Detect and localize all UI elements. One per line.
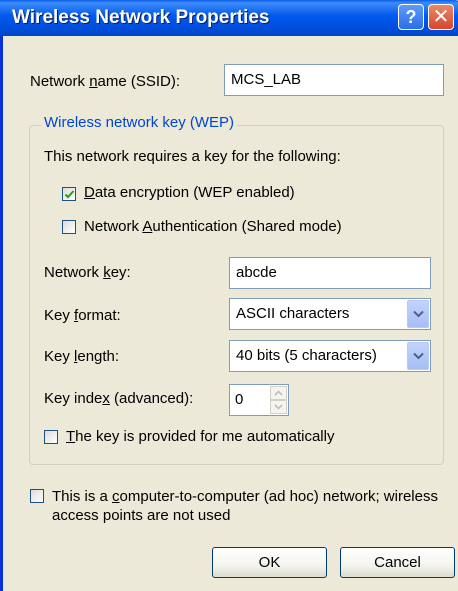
key-length-select[interactable]: 40 bits (5 characters)	[229, 340, 431, 372]
wep-intro-text: This network requires a key for the foll…	[44, 148, 341, 165]
dialog-window: Wireless Network Properties ? ✕ Network …	[0, 0, 458, 591]
key-format-select[interactable]: ASCII characters	[229, 298, 431, 330]
help-button[interactable]: ?	[398, 4, 424, 30]
chevron-down-icon	[413, 352, 424, 360]
network-key-input[interactable]: abcde	[229, 257, 431, 289]
checkmark-icon	[64, 190, 75, 199]
network-authentication-checkbox[interactable]	[62, 220, 76, 234]
key-length-dropdown-button[interactable]	[407, 342, 429, 370]
adhoc-checkbox[interactable]	[30, 489, 44, 503]
help-icon: ?	[405, 7, 417, 27]
data-encryption-label[interactable]: Data encryption (WEP enabled)	[84, 184, 295, 201]
chevron-up-icon	[274, 390, 283, 396]
data-encryption-checkbox[interactable]	[62, 187, 76, 201]
close-button[interactable]: ✕	[428, 4, 454, 30]
auto-key-label[interactable]: The key is provided for me automatically	[66, 428, 334, 445]
network-key-label: Network key:	[44, 264, 131, 281]
key-index-label: Key index (advanced):	[44, 390, 194, 407]
key-length-label: Key length:	[44, 348, 120, 365]
window-title: Wireless Network Properties	[12, 7, 270, 28]
ssid-input[interactable]: MCS_LAB	[224, 64, 444, 96]
key-format-label: Key format:	[44, 307, 121, 324]
key-index-spinner[interactable]: 0	[229, 384, 289, 416]
key-length-value: 40 bits (5 characters)	[236, 347, 377, 364]
ssid-label: Network name (SSID):	[30, 73, 181, 90]
close-icon: ✕	[432, 6, 450, 28]
wep-group-legend: Wireless network key (WEP)	[41, 114, 238, 131]
chevron-down-icon	[274, 404, 283, 410]
auto-key-checkbox[interactable]	[44, 430, 58, 444]
key-index-value: 0	[235, 391, 244, 408]
cancel-button[interactable]: Cancel	[340, 547, 455, 578]
spin-down-button[interactable]	[270, 400, 287, 414]
chevron-down-icon	[413, 310, 424, 318]
network-authentication-label[interactable]: Network Authentication (Shared mode)	[84, 218, 342, 235]
adhoc-label[interactable]: This is a computer-to-computer (ad hoc) …	[52, 487, 438, 525]
ok-button[interactable]: OK	[212, 547, 327, 578]
key-format-value: ASCII characters	[236, 305, 350, 322]
spin-up-button[interactable]	[270, 386, 287, 400]
key-format-dropdown-button[interactable]	[407, 300, 429, 328]
title-bar[interactable]: Wireless Network Properties ? ✕	[0, 0, 458, 36]
